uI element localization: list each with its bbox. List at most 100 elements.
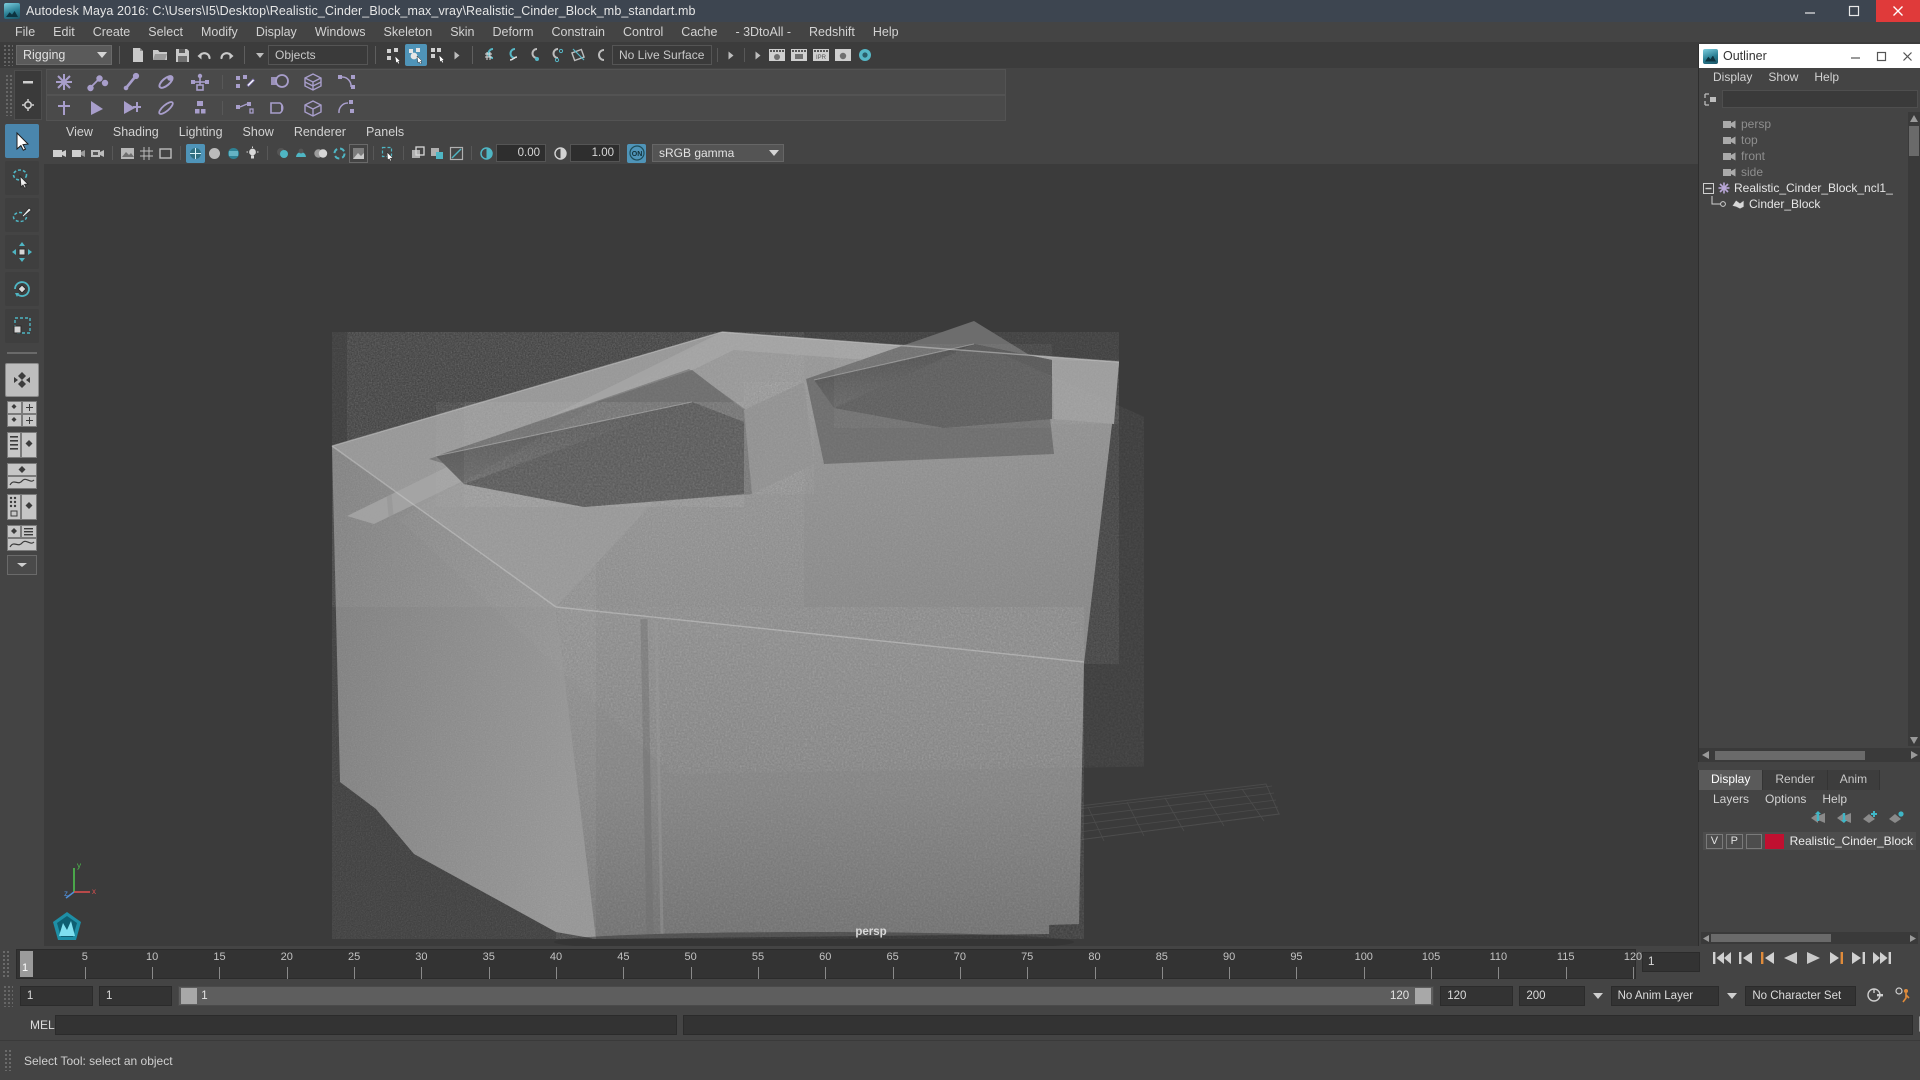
range-right-handle[interactable] [1415,988,1432,1004]
layer-hscroll-thumb[interactable] [1711,934,1831,942]
ipr-render-icon[interactable]: IPR [810,44,832,66]
snap-projected-center-icon[interactable] [546,44,568,66]
minimize-icon[interactable] [1842,44,1868,68]
new-layer-from-selected-icon[interactable] [1888,810,1904,827]
command-response-field[interactable] [682,1015,1913,1035]
layout-dropdown-icon[interactable] [7,555,37,575]
ao-icon[interactable] [311,144,330,163]
outliner-filter-icon[interactable] [1701,90,1719,108]
layer-menu-options[interactable]: Options [1757,792,1814,806]
persp-graph-layout[interactable] [7,462,37,490]
four-view-layout[interactable] [7,400,37,428]
wire-deformer-icon[interactable] [296,96,330,120]
menu-cache[interactable]: Cache [672,22,726,42]
joint-tool-icon[interactable] [47,70,81,94]
outliner-menu-help[interactable]: Help [1806,70,1847,84]
play-forwards-icon[interactable] [1805,950,1822,969]
shelf-settings-icon[interactable] [21,98,35,115]
new-scene-icon[interactable] [127,44,149,66]
color-management-icon[interactable]: ON [627,143,646,163]
menu-create[interactable]: Create [84,22,140,42]
wrap-deformer-icon[interactable] [262,96,296,120]
exposure-icon[interactable] [477,144,496,163]
outliner-horizontal-scrollbar[interactable] [1699,748,1920,762]
animation-end-time-field[interactable]: 200 [1519,986,1585,1006]
range-start-field[interactable]: 1 [99,986,173,1006]
close-icon[interactable] [1876,0,1920,22]
maximize-icon[interactable] [1868,44,1894,68]
outliner-menu-display[interactable]: Display [1705,70,1760,84]
scroll-right-icon[interactable] [1908,748,1920,762]
step-back-key-icon[interactable] [1738,950,1754,969]
save-scene-icon[interactable] [171,44,193,66]
outliner-vertical-scrollbar[interactable] [1908,112,1920,746]
menu-3dtoall[interactable]: - 3DtoAll - [726,22,800,42]
scroll-up-icon[interactable] [1909,112,1919,124]
outliner-item-front[interactable]: front [1699,148,1908,164]
isolate-select-icon[interactable] [379,144,398,163]
scroll-right-icon[interactable] [1908,932,1918,944]
view-transform-selector[interactable]: sRGB gamma [652,144,784,162]
tab-anim[interactable]: Anim [1827,770,1881,790]
open-scene-icon[interactable] [149,44,171,66]
animation-preferences-icon[interactable] [1894,986,1912,1007]
auto-keyframe-icon[interactable] [1866,986,1884,1007]
character-set-selector[interactable]: No Character Set [1745,986,1857,1006]
layer-playback-toggle[interactable]: P [1725,833,1743,849]
expander-minus-icon[interactable] [1703,182,1714,194]
outliner-item-cinder-block[interactable]: Cinder_Block [1699,196,1908,212]
scroll-down-icon[interactable] [1909,734,1919,746]
xray-icon[interactable] [409,144,428,163]
selection-mask-field[interactable]: Objects [268,45,368,65]
single-perspective-layout[interactable] [5,363,39,397]
close-icon[interactable] [1894,44,1920,68]
aa-icon[interactable] [330,144,349,163]
blend-shape-icon[interactable] [228,96,262,120]
soft-mod-icon[interactable] [330,96,364,120]
menu-control[interactable]: Control [614,22,672,42]
range-slider-bar[interactable]: 1 120 [178,986,1435,1006]
textured-icon[interactable] [224,144,243,163]
film-gate-icon[interactable] [156,144,175,163]
layer-color-swatch[interactable] [1765,833,1784,849]
paint-select-tool[interactable] [5,198,39,232]
render-globals-icon[interactable] [854,44,876,66]
render-sequence-icon[interactable] [788,44,810,66]
viewport-menu-lighting[interactable]: Lighting [169,124,233,140]
snap-grid-icon[interactable] [480,44,502,66]
outliner-persp-layout[interactable] [7,431,37,459]
ik-spline-handle-icon[interactable] [115,70,149,94]
shadows-icon[interactable] [273,144,292,163]
range-end-field[interactable]: 120 [1440,986,1514,1006]
layer-row[interactable]: V P Realistic_Cinder_Block [1703,832,1916,850]
minimize-icon[interactable] [1788,0,1832,22]
layer-visibility-toggle[interactable]: V [1706,833,1723,849]
go-to-start-icon[interactable] [1712,950,1732,969]
time-slider-track[interactable]: 1 5 10 15 20 25 30 35 40 45 50 55 60 65 70 75 80 85 90 95 1… [16,949,1642,979]
range-gripper[interactable] [3,985,13,1007]
helpline-gripper[interactable] [4,1049,12,1071]
move-layer-down-icon[interactable] [1836,810,1852,827]
redo-icon[interactable] [215,44,237,66]
cluster-icon[interactable] [330,70,364,94]
menu-deform[interactable]: Deform [484,22,543,42]
use-all-lights-icon[interactable] [243,144,262,163]
gamma-icon[interactable] [551,144,570,163]
xray-joints-icon[interactable] [428,144,447,163]
undo-icon[interactable] [193,44,215,66]
snap-point-icon[interactable] [524,44,546,66]
paint-weights-icon[interactable] [149,96,183,120]
camera-attributes-icon[interactable] [69,144,88,163]
play-backwards-icon[interactable] [1782,950,1799,969]
step-forward-key-icon[interactable] [1850,950,1866,969]
select-hierarchy-icon[interactable] [383,44,405,66]
layer-editor-hscrollbar[interactable] [1701,932,1918,944]
step-back-frame-icon[interactable] [1760,950,1776,969]
joint-label-icon[interactable] [183,96,217,120]
lattice-icon[interactable] [296,70,330,94]
chevron-down-icon[interactable] [1592,993,1603,999]
timeslider-gripper[interactable] [2,950,10,978]
viewport-menu-shading[interactable]: Shading [103,124,169,140]
animation-start-time-field[interactable]: 1 [19,986,94,1006]
scroll-left-icon[interactable] [1699,751,1711,759]
